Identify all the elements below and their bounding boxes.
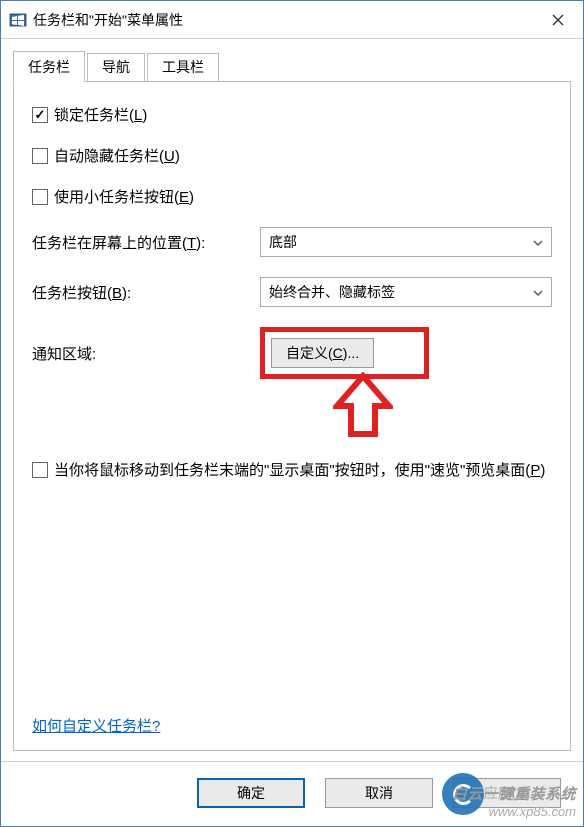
app-icon	[9, 11, 27, 29]
properties-window: 任务栏和"开始"菜单属性 任务栏 导航 工具栏 锁定任务栏(L) 自动隐藏任务栏…	[0, 0, 584, 827]
peek-checkbox[interactable]	[32, 462, 48, 478]
dialog-button-bar: 确定 取消 应用(A)	[1, 761, 583, 826]
buttons-value: 始终合并、隐藏标签	[269, 282, 395, 302]
ok-button[interactable]: 确定	[197, 778, 305, 808]
position-row: 任务栏在屏幕上的位置(T): 底部	[32, 227, 552, 257]
tab-toolbars[interactable]: 工具栏	[147, 53, 219, 82]
window-title: 任务栏和"开始"菜单属性	[33, 10, 533, 30]
peek-label: 当你将鼠标移动到任务栏末端的"显示桌面"按钮时，使用"速览"预览桌面(P)	[54, 459, 545, 480]
arrow-annotation	[333, 372, 393, 445]
titlebar: 任务栏和"开始"菜单属性	[1, 1, 583, 39]
small-buttons-label: 使用小任务栏按钮(E)	[54, 186, 194, 207]
apply-button[interactable]: 应用(A)	[453, 778, 561, 808]
buttons-label: 任务栏按钮(B):	[32, 282, 260, 303]
tab-panel-taskbar: 锁定任务栏(L) 自动隐藏任务栏(U) 使用小任务栏按钮(E) 任务栏在屏幕上的…	[13, 81, 571, 751]
chevron-down-icon	[533, 285, 543, 299]
tab-taskbar[interactable]: 任务栏	[13, 51, 85, 82]
cancel-button[interactable]: 取消	[325, 778, 433, 808]
position-select[interactable]: 底部	[260, 227, 552, 257]
close-icon	[552, 14, 564, 26]
lock-taskbar-checkbox[interactable]	[32, 107, 48, 123]
buttons-row: 任务栏按钮(B): 始终合并、隐藏标签	[32, 277, 552, 307]
chevron-down-icon	[533, 235, 543, 249]
position-value: 底部	[269, 232, 297, 252]
peek-option[interactable]: 当你将鼠标移动到任务栏末端的"显示桌面"按钮时，使用"速览"预览桌面(P)	[32, 459, 552, 480]
lock-taskbar-label: 锁定任务栏(L)	[54, 104, 147, 125]
auto-hide-label: 自动隐藏任务栏(U)	[54, 145, 180, 166]
help-link[interactable]: 如何自定义任务栏?	[32, 715, 160, 736]
tabs: 任务栏 导航 工具栏	[13, 53, 571, 81]
auto-hide-checkbox[interactable]	[32, 148, 48, 164]
customize-button[interactable]: 自定义(C)...	[271, 338, 374, 368]
notification-row: 通知区域: 自定义(C)...	[32, 327, 552, 379]
content-area: 任务栏 导航 工具栏 锁定任务栏(L) 自动隐藏任务栏(U) 使用小任务栏按钮(…	[1, 39, 583, 761]
position-label: 任务栏在屏幕上的位置(T):	[32, 232, 260, 253]
buttons-select[interactable]: 始终合并、隐藏标签	[260, 277, 552, 307]
close-button[interactable]	[533, 1, 583, 38]
small-buttons-checkbox[interactable]	[32, 189, 48, 205]
small-buttons-option[interactable]: 使用小任务栏按钮(E)	[32, 186, 552, 207]
notification-label: 通知区域:	[32, 343, 260, 364]
lock-taskbar-option[interactable]: 锁定任务栏(L)	[32, 104, 552, 125]
auto-hide-option[interactable]: 自动隐藏任务栏(U)	[32, 145, 552, 166]
tab-navigation[interactable]: 导航	[87, 53, 145, 82]
